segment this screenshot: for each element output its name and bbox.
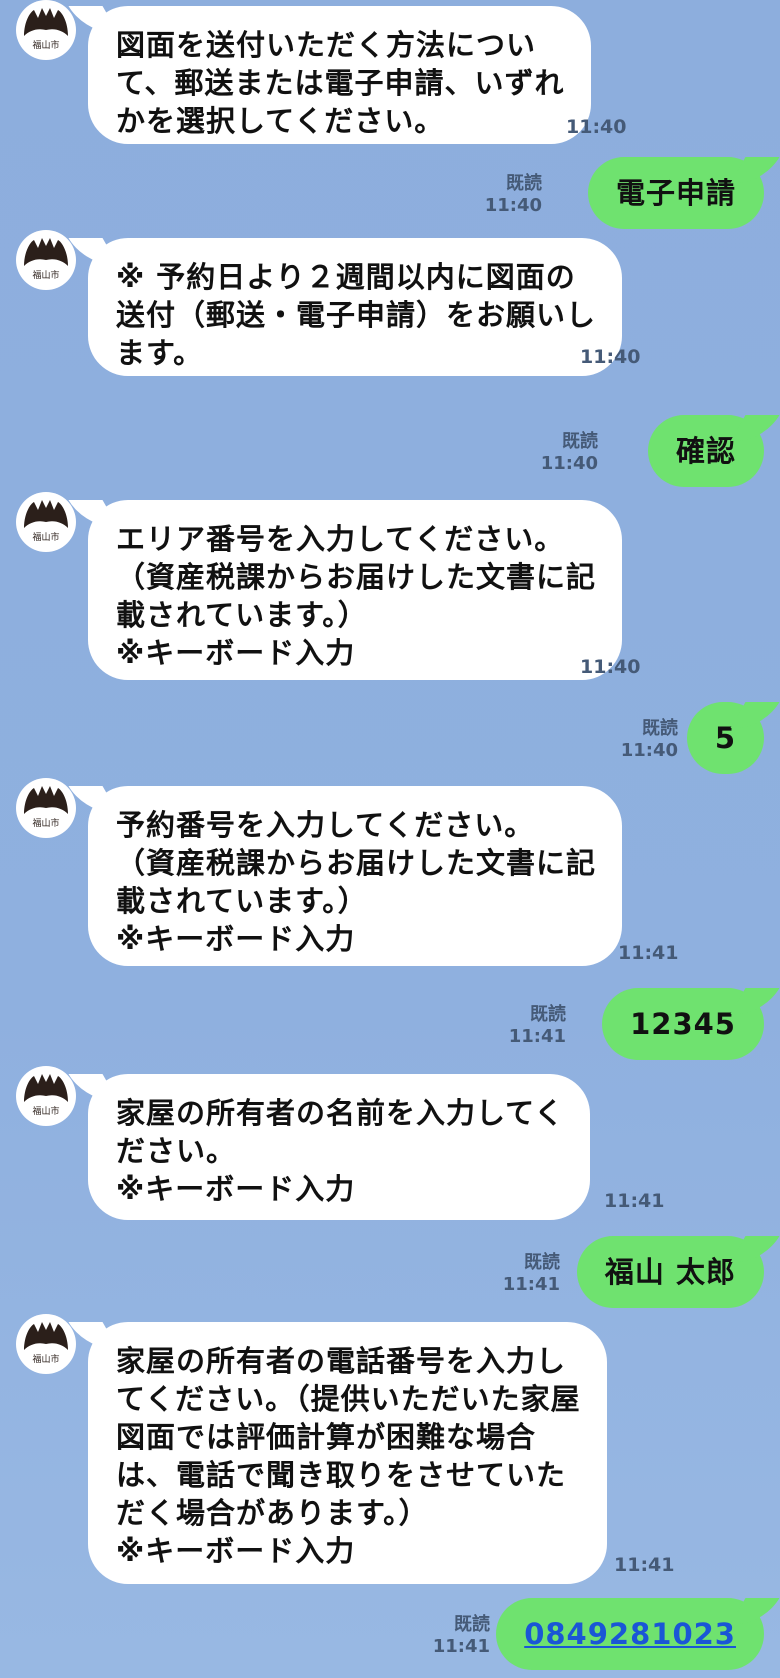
read-receipt: 既読 [562,431,598,452]
message-line: 家屋の所有者の電話番号を入力し [116,1344,567,1378]
message-line: ※ 予約日より２週間以内に図面の [116,260,576,294]
message-time: 11:40 [580,346,641,368]
message-line: かを選択してください。 [116,104,445,138]
phone-number-link[interactable]: 0849281023 [524,1617,736,1651]
message-time: 11:40 [580,656,641,678]
message-bubble[interactable]: 図面を送付いただく方法につい て、郵送または電子申請、いずれ かを選択してくださ… [88,6,591,144]
message-line: て、郵送または電子申請、いずれ [116,66,565,100]
message-meta: 既読 11:41 [433,1614,490,1658]
message-text: 5 [714,721,736,755]
avatar-label: 福山市 [32,1105,59,1117]
message-meta: 既読 11:40 [621,718,678,762]
message-meta: 既読 11:40 [541,431,598,475]
message-line: ます。 [116,336,204,370]
message-time: 11:41 [432,1636,490,1657]
message-time: 11:41 [614,1554,675,1576]
avatar-label: 福山市 [32,1353,59,1365]
fukuyama-city-emblem-icon: 福山市 [24,500,68,543]
message-time: 11:40 [484,195,542,216]
message-text: 福山 太郎 [604,1255,736,1289]
message-bubble[interactable]: 電子申請 [587,157,764,229]
message-text: 12345 [630,1007,736,1041]
message-meta: 既読 11:41 [509,1004,566,1048]
read-receipt: 既読 [454,1614,490,1635]
message-bubble[interactable]: 0849281023 [496,1598,764,1670]
message-line: ※キーボード入力 [116,636,356,670]
fukuyama-city-emblem-icon: 福山市 [24,238,68,281]
message-bubble[interactable]: 家屋の所有者の電話番号を入力し てください。（提供いただいた家屋 図面では評価計… [88,1322,607,1584]
message-line: は、電話で聞き取りをさせていた [116,1458,567,1492]
message-line: エリア番号を入力してください。 [116,522,565,556]
avatar[interactable]: 福山市 [16,0,76,60]
message-time: 11:40 [620,740,678,761]
message-line: 図面を送付いただく方法につい [116,28,537,62]
avatar-label: 福山市 [32,531,59,543]
message-meta: 既読 11:40 [485,173,542,217]
chat-thread[interactable]: 福山市 図面を送付いただく方法につい て、郵送または電子申請、いずれ かを選択し… [0,0,780,1678]
message-line: 図面では評価計算が困難な場合 [116,1420,537,1454]
fukuyama-city-emblem-icon: 福山市 [24,1074,68,1117]
message-line: ※キーボード入力 [116,1534,356,1568]
message-time: 11:41 [508,1026,566,1047]
message-bubble[interactable]: 12345 [602,988,764,1060]
fukuyama-city-emblem-icon: 福山市 [24,786,68,829]
message-bubble[interactable]: 福山 太郎 [576,1236,764,1308]
message-time: 11:41 [604,1190,665,1212]
message-line: 予約番号を入力してください。 [116,808,535,842]
fukuyama-city-emblem-icon: 福山市 [24,8,68,51]
message-line: 家屋の所有者の名前を入力してく [116,1096,565,1130]
fukuyama-city-emblem-icon: 福山市 [24,1322,68,1365]
message-line: ※キーボード入力 [116,922,356,956]
message-line: 送付（郵送・電子申請）をお願いし [116,298,597,332]
message-text: 電子申請 [615,176,736,210]
message-bubble[interactable]: エリア番号を入力してください。 （資産税課からお届けした文書に記 載されています… [88,500,623,680]
message-text: 確認 [675,434,736,468]
message-line: （資産税課からお届けした文書に記 [116,560,597,594]
read-receipt: 既読 [530,1004,566,1025]
message-time: 11:40 [566,116,627,138]
avatar[interactable]: 福山市 [16,778,76,838]
message-bubble[interactable]: 家屋の所有者の名前を入力してく ださい。 ※キーボード入力 [88,1074,591,1220]
read-receipt: 既読 [524,1252,560,1273]
message-meta: 既読 11:41 [503,1252,560,1296]
message-line: 載されています。） [116,884,368,918]
message-bubble[interactable]: 確認 [647,415,764,487]
message-line: だく場合があります。） [116,1496,429,1530]
message-line: ※キーボード入力 [116,1172,356,1206]
avatar-label: 福山市 [32,39,59,51]
message-time: 11:41 [502,1274,560,1295]
avatar[interactable]: 福山市 [16,1314,76,1374]
avatar[interactable]: 福山市 [16,230,76,290]
avatar[interactable]: 福山市 [16,492,76,552]
avatar[interactable]: 福山市 [16,1066,76,1126]
message-time: 11:40 [540,453,598,474]
message-bubble[interactable]: ※ 予約日より２週間以内に図面の 送付（郵送・電子申請）をお願いし ます。 [88,238,623,376]
message-time: 11:41 [618,942,679,964]
message-line: ださい。 [116,1134,237,1168]
read-receipt: 既読 [506,173,542,194]
avatar-label: 福山市 [32,817,59,829]
message-bubble[interactable]: 予約番号を入力してください。 （資産税課からお届けした文書に記 載されています。… [88,786,623,966]
avatar-label: 福山市 [32,269,59,281]
message-bubble[interactable]: 5 [686,702,764,774]
message-line: （資産税課からお届けした文書に記 [116,846,597,880]
message-line: てください。（提供いただいた家屋 [116,1382,581,1416]
read-receipt: 既読 [642,718,678,739]
message-line: 載されています。） [116,598,368,632]
